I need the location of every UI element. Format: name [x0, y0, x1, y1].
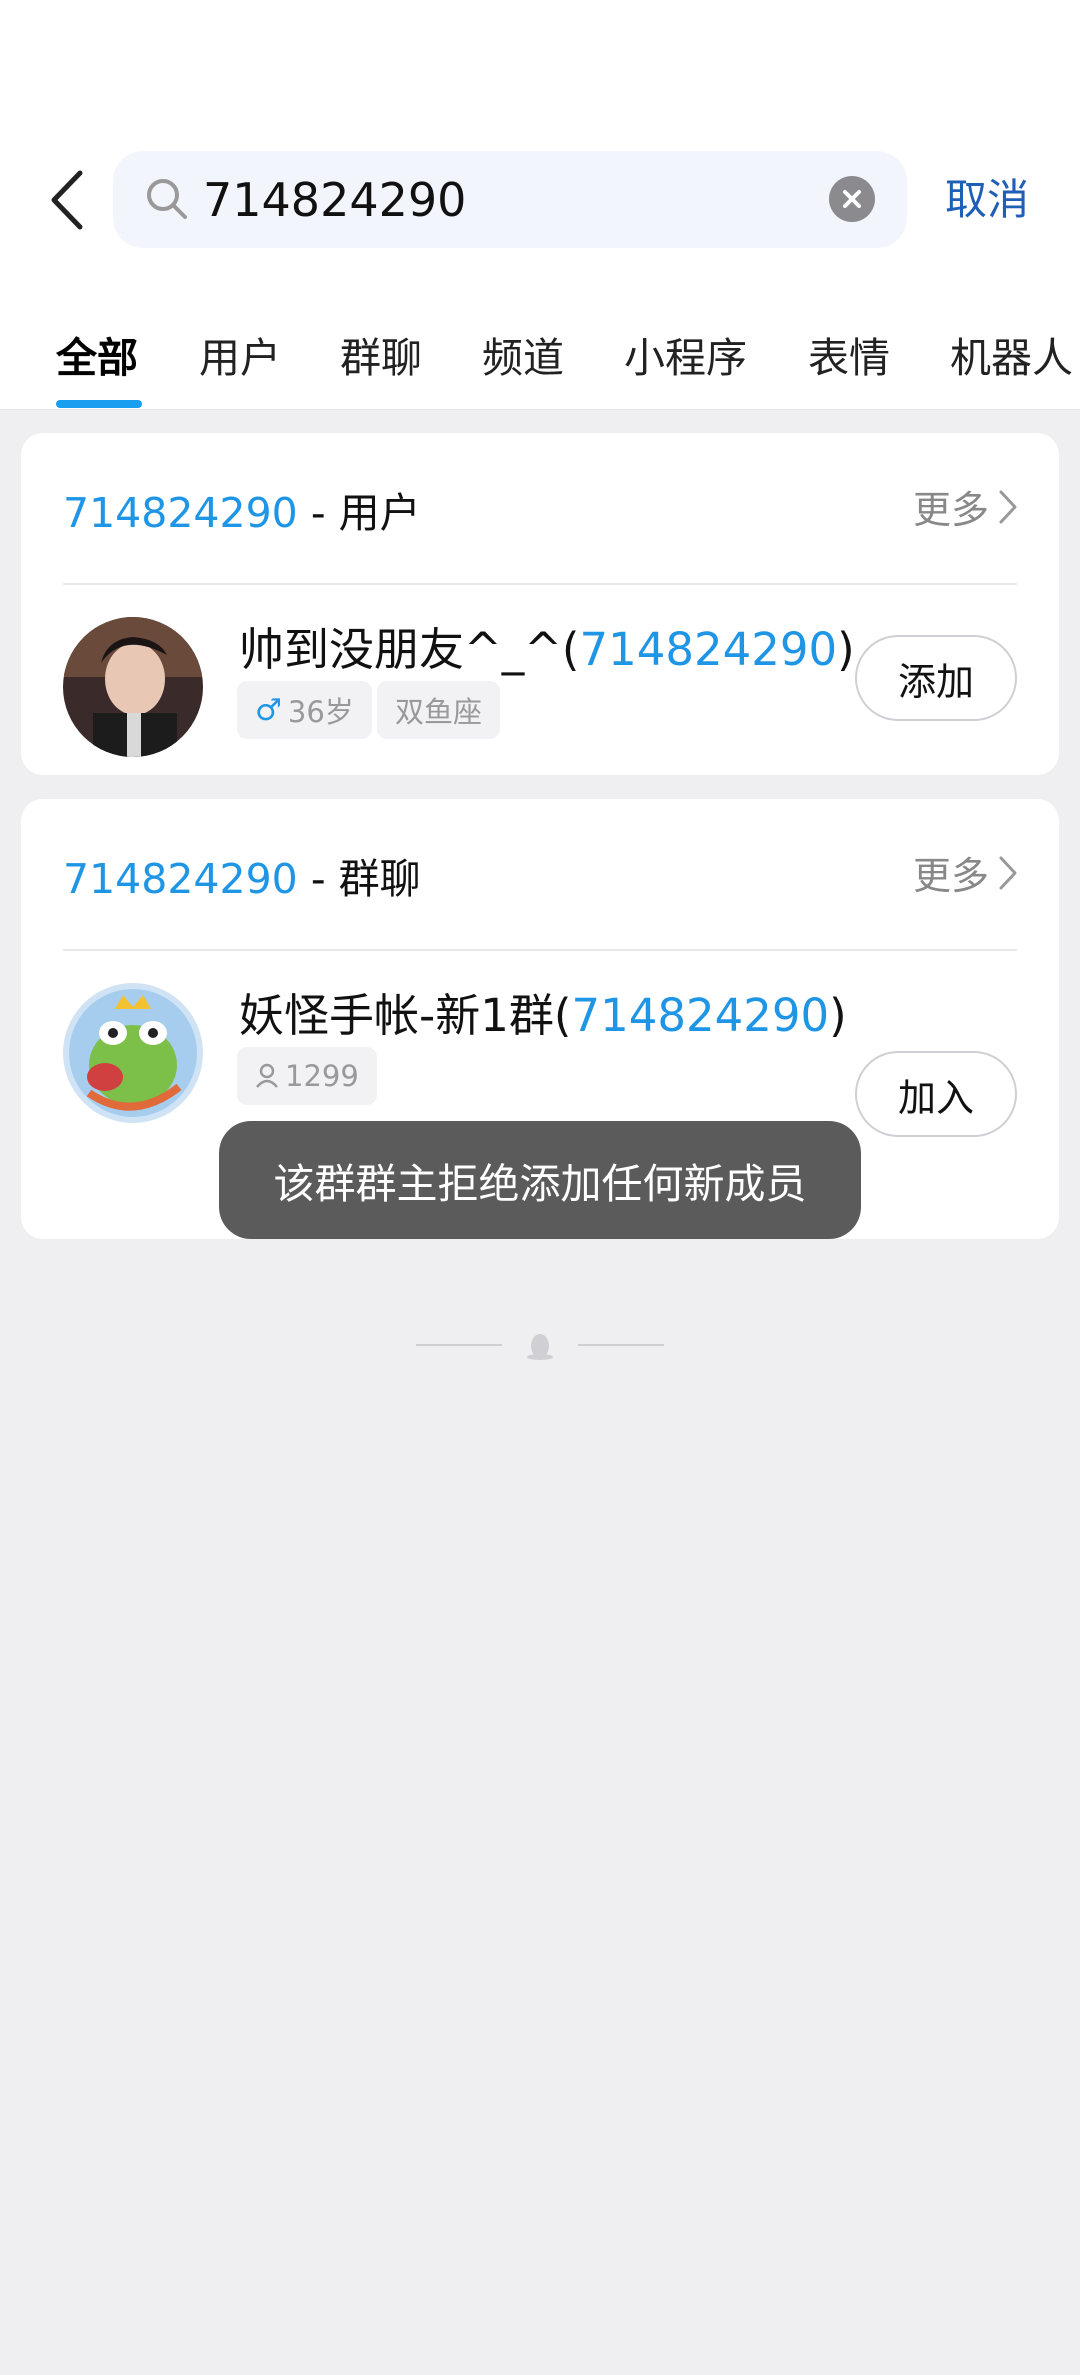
section-query: 714824290	[63, 855, 298, 903]
member-count: 1299	[285, 1059, 359, 1093]
zodiac-tag: 双鱼座	[377, 681, 501, 739]
search-input[interactable]	[203, 151, 803, 248]
section-query: 714824290	[63, 489, 298, 537]
chevron-right-icon	[999, 856, 1017, 889]
chevron-right-icon	[999, 490, 1017, 523]
join-group-button[interactable]: 加入	[855, 1051, 1017, 1137]
zodiac-label: 双鱼座	[395, 695, 483, 729]
tab-bar: 全部 用户 群聊 频道 小程序 表情 机器人	[0, 310, 1080, 410]
user-result-card: 714824290 - 用户 更多 帅到没朋友^_^(714824290) ♂ …	[21, 433, 1059, 775]
male-icon: ♂	[255, 692, 282, 728]
search-icon	[147, 179, 187, 219]
user-name-id: 714824290	[579, 623, 838, 676]
group-avatar-image	[63, 983, 203, 1123]
user-name[interactable]: 帅到没朋友^_^(714824290)	[239, 613, 855, 678]
active-tab-indicator	[56, 400, 142, 408]
group-name-text: 妖怪手帐-新1群(	[239, 989, 572, 1042]
tab-channels[interactable]: 频道	[482, 324, 564, 384]
user-name-text: 帅到没朋友^_^(	[239, 623, 580, 676]
group-name-id: 714824290	[571, 989, 830, 1042]
user-avatar-image	[63, 617, 203, 757]
member-count-tag: 1299	[237, 1047, 377, 1105]
group-avatar[interactable]	[63, 983, 203, 1123]
group-more-button[interactable]: 更多	[913, 845, 1019, 900]
clear-search-button[interactable]	[829, 176, 875, 222]
user-name-close: )	[837, 623, 855, 676]
person-icon	[256, 1063, 278, 1088]
user-avatar[interactable]	[63, 617, 203, 757]
tab-mini-programs[interactable]: 小程序	[624, 324, 747, 384]
back-button[interactable]	[36, 160, 96, 240]
cancel-button[interactable]: 取消	[945, 168, 1029, 232]
age-label: 36岁	[287, 695, 354, 729]
close-icon	[843, 190, 861, 208]
group-section-title: 714824290 - 群聊	[63, 845, 421, 905]
section-label: - 群聊	[310, 855, 421, 903]
tab-groups[interactable]: 群聊	[340, 324, 422, 384]
group-name-close: )	[829, 989, 847, 1042]
tab-stickers[interactable]: 表情	[808, 324, 890, 384]
top-bar: 取消 全部 用户 群聊 频道 小程序 表情 机器人	[0, 0, 1080, 410]
age-tag: ♂ 36岁	[237, 681, 372, 739]
tab-bots[interactable]: 机器人	[950, 324, 1073, 384]
group-name[interactable]: 妖怪手帐-新1群(714824290)	[239, 979, 847, 1044]
user-more-button[interactable]: 更多	[913, 479, 1019, 534]
section-label: - 用户	[310, 489, 421, 537]
more-label: 更多	[912, 854, 989, 898]
end-of-list-mark	[416, 1334, 664, 1360]
more-label: 更多	[912, 488, 989, 532]
toast-message: 该群群主拒绝添加任何新成员	[219, 1121, 861, 1239]
user-section-title: 714824290 - 用户	[63, 479, 421, 539]
tab-users[interactable]: 用户	[199, 324, 281, 384]
search-box[interactable]	[113, 151, 907, 248]
add-user-button[interactable]: 添加	[855, 635, 1017, 721]
chevron-left-icon	[51, 170, 83, 230]
divider	[63, 949, 1017, 951]
tab-all[interactable]: 全部	[56, 324, 138, 384]
divider	[63, 583, 1017, 585]
penguin-icon	[527, 1334, 553, 1360]
